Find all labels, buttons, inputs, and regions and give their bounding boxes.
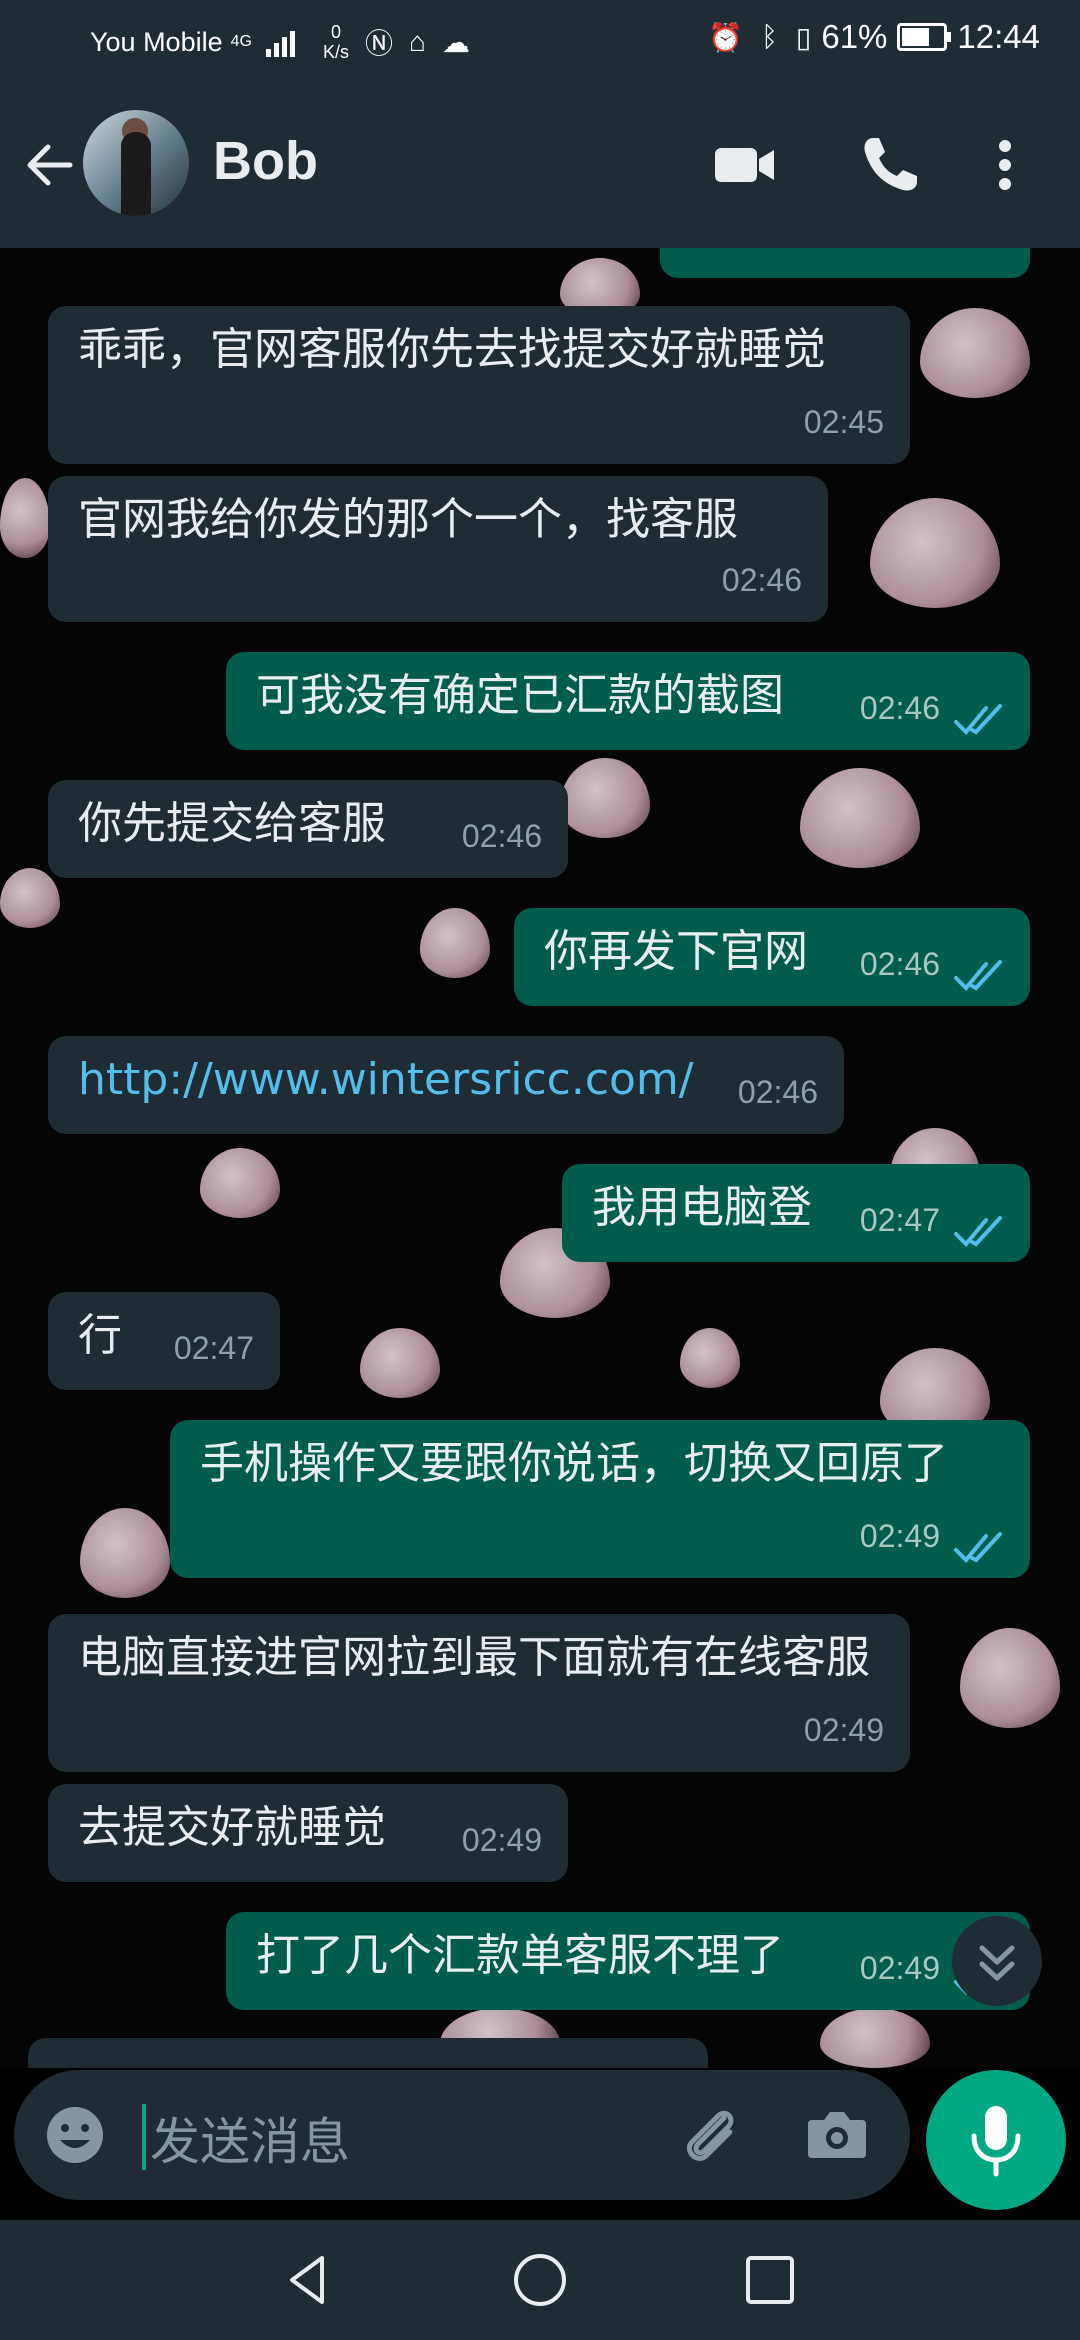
message-text: 电脑直接进官网拉到最下面就有在线客服 bbox=[78, 1632, 870, 1683]
wallpaper-petal bbox=[560, 758, 650, 838]
system-nav-bar bbox=[0, 2220, 1080, 2340]
status-right: ⏰ ᛒ ▯ 61% 12:44 bbox=[700, 18, 1040, 56]
message-bubble-outgoing[interactable]: 02:45 bbox=[660, 248, 1030, 278]
message-time: 02:45 bbox=[803, 404, 884, 440]
message-bubble-outgoing[interactable]: 打了几个汇款单客服不理了 02:49 bbox=[226, 1912, 1030, 2010]
message-bubble-incoming[interactable]: http://www.wintersricc.com/ 02:46 bbox=[48, 1036, 844, 1134]
message-time: 02:46 bbox=[461, 818, 542, 854]
message-text: 你再发下官网 bbox=[544, 926, 808, 977]
message-time: 02:49 bbox=[859, 1950, 940, 1986]
message-bubble-outgoing[interactable]: 我用电脑登 02:47 bbox=[562, 1164, 1030, 1262]
network-type: 4G bbox=[230, 33, 252, 50]
message-input[interactable]: 发送消息 bbox=[150, 2102, 350, 2174]
bag-icon: ⌂ bbox=[408, 26, 426, 57]
message-time: 02:46 bbox=[859, 690, 940, 726]
message-text: 可我没有确定已汇款的截图 bbox=[256, 670, 784, 721]
clock: 12:44 bbox=[957, 18, 1040, 55]
nav-back-icon[interactable] bbox=[278, 2250, 338, 2310]
read-ticks-icon bbox=[954, 1532, 1002, 1563]
read-ticks-icon bbox=[954, 960, 1002, 991]
wallpaper-petal bbox=[200, 1148, 280, 1218]
message-link[interactable]: http://www.wintersricc.com/ bbox=[78, 1054, 694, 1105]
chat-header: Bob bbox=[0, 80, 1080, 248]
message-input-bar: 发送消息 bbox=[14, 2070, 910, 2200]
carrier-name: You Mobile bbox=[90, 26, 223, 57]
text-cursor bbox=[142, 2104, 146, 2170]
nfc-icon: Ⓝ bbox=[364, 28, 393, 59]
camera-icon[interactable] bbox=[804, 2104, 870, 2164]
nav-home-icon[interactable] bbox=[510, 2250, 570, 2310]
wechat-icon: ☁ bbox=[441, 26, 470, 58]
status-left: You Mobile 4G 0 K/s Ⓝ ⌂ ☁ bbox=[90, 22, 470, 62]
back-arrow-icon[interactable] bbox=[20, 135, 80, 195]
chat-area[interactable]: 02:45 乖乖，官网客服你先去找提交好就睡觉 02:45 官网我给你发的那个一… bbox=[0, 248, 1080, 2068]
message-bubble-incoming[interactable]: 官网我给你发的那个一个，找客服 02:46 bbox=[48, 476, 828, 622]
message-text: 行 bbox=[78, 1310, 122, 1361]
message-time: 02:49 bbox=[859, 1518, 940, 1554]
message-time: 02:46 bbox=[721, 562, 802, 598]
message-text: 你先提交给客服 bbox=[78, 798, 386, 849]
message-bubble-incoming[interactable]: 去提交好就睡觉 02:49 bbox=[48, 1784, 568, 1882]
message-time: 02:46 bbox=[859, 946, 940, 982]
message-bubble-outgoing[interactable]: 可我没有确定已汇款的截图 02:46 bbox=[226, 652, 1030, 750]
network-speed: 0 K/s bbox=[322, 22, 349, 62]
attach-icon[interactable] bbox=[674, 2100, 746, 2172]
alarm-icon: ⏰ bbox=[708, 21, 744, 53]
message-time: 02:46 bbox=[737, 1074, 818, 1110]
message-text: 官网我给你发的那个一个，找客服 bbox=[78, 494, 738, 545]
message-bubble-incoming[interactable]: 电脑直接进官网拉到最下面就有在线客服 02:49 bbox=[48, 1614, 910, 1772]
video-call-icon[interactable] bbox=[710, 130, 780, 200]
wallpaper-petal bbox=[0, 478, 50, 558]
message-time: 02:49 bbox=[461, 1822, 542, 1858]
vibrate-icon: ▯ bbox=[795, 21, 812, 53]
message-text: 乖乖，官网客服你先去找提交好就睡觉 bbox=[78, 324, 826, 375]
read-ticks-icon bbox=[954, 704, 1002, 735]
nav-recents-icon[interactable] bbox=[740, 2250, 800, 2310]
wallpaper-petal bbox=[680, 1328, 740, 1388]
message-text: 打了几个汇款单客服不理了 bbox=[256, 1930, 784, 1981]
avatar[interactable] bbox=[83, 110, 189, 216]
message-text: 去提交好就睡觉 bbox=[78, 1802, 386, 1853]
wallpaper-petal bbox=[360, 1328, 440, 1398]
wallpaper-petal bbox=[870, 498, 1000, 608]
message-text: 我用电脑登 bbox=[592, 1182, 812, 1233]
message-time: 02:49 bbox=[803, 1712, 884, 1748]
signal-icon bbox=[265, 27, 295, 57]
wallpaper-petal bbox=[80, 1508, 170, 1598]
message-bubble-outgoing[interactable]: 手机操作又要跟你说话，切换又回原了 02:49 bbox=[170, 1420, 1030, 1578]
message-bubble-outgoing[interactable]: 你再发下官网 02:46 bbox=[514, 908, 1030, 1006]
message-bubble-incoming[interactable] bbox=[28, 2038, 708, 2068]
wallpaper-petal bbox=[420, 908, 490, 978]
message-time: 02:47 bbox=[859, 1202, 940, 1238]
wallpaper-petal bbox=[820, 2008, 930, 2068]
message-bubble-incoming[interactable]: 你先提交给客服 02:46 bbox=[48, 780, 568, 878]
read-ticks-icon bbox=[954, 1216, 1002, 1247]
wallpaper-petal bbox=[920, 308, 1030, 398]
battery-icon bbox=[897, 23, 952, 51]
message-text: 手机操作又要跟你说话，切换又回原了 bbox=[200, 1438, 948, 1489]
status-bar: You Mobile 4G 0 K/s Ⓝ ⌂ ☁ ⏰ ᛒ ▯ 61% 12:4… bbox=[0, 0, 1080, 80]
mic-button[interactable] bbox=[926, 2070, 1066, 2210]
wallpaper-petal bbox=[0, 868, 60, 928]
scroll-down-icon bbox=[979, 1945, 1015, 1981]
bluetooth-icon: ᛒ bbox=[761, 21, 778, 52]
emoji-icon[interactable] bbox=[44, 2104, 106, 2166]
mic-icon bbox=[971, 2106, 1021, 2177]
message-bubble-incoming[interactable]: 行 02:47 bbox=[48, 1292, 280, 1390]
battery-percent: 61% bbox=[821, 18, 888, 55]
more-options-icon[interactable] bbox=[980, 130, 1030, 200]
wallpaper-petal bbox=[960, 1628, 1060, 1728]
message-bubble-incoming[interactable]: 乖乖，官网客服你先去找提交好就睡觉 02:45 bbox=[48, 306, 910, 464]
scroll-down-button[interactable] bbox=[952, 1916, 1042, 2006]
contact-name[interactable]: Bob bbox=[213, 130, 318, 192]
phone-icon[interactable] bbox=[855, 130, 925, 200]
message-time: 02:47 bbox=[173, 1330, 254, 1366]
wallpaper-petal bbox=[800, 768, 920, 868]
